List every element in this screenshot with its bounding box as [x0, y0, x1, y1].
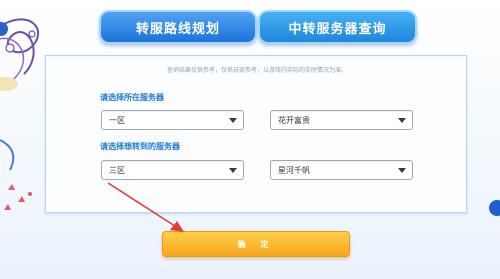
dropdown-arrow-icon — [229, 118, 237, 123]
disclaimer-note: 查询结果仅供参考，仅供玩家参考，以游戏内实际的实时情况为准。 — [166, 67, 347, 74]
route-planning-panel: 查询结果仅供参考，仅供玩家参考，以游戏内实际的实时情况为准。 请选择所在服务器 … — [45, 55, 467, 213]
tab-transfer-server-query[interactable]: 中转服务器查询 — [258, 10, 417, 44]
target-region-select[interactable]: 三区 — [101, 160, 244, 180]
current-server-value: 花开富贵 — [278, 115, 310, 125]
target-server-value: 星河千帆 — [278, 165, 310, 175]
confirm-button[interactable]: 确 定 — [162, 231, 350, 257]
current-region-value: 一区 — [109, 115, 125, 125]
current-server-select[interactable]: 花开富贵 — [270, 110, 413, 130]
current-region-select[interactable]: 一区 — [101, 110, 244, 130]
dropdown-arrow-icon — [398, 168, 406, 173]
tab-bar: 转服路线规划 中转服务器查询 — [99, 10, 417, 44]
target-region-value: 三区 — [109, 165, 125, 175]
dropdown-arrow-icon — [398, 118, 406, 123]
current-server-label: 请选择所在服务器 — [100, 93, 164, 102]
target-server-label: 请选择想转到的服务器 — [100, 142, 180, 151]
tab-route-planning[interactable]: 转服路线规划 — [99, 10, 257, 44]
dropdown-arrow-icon — [229, 168, 237, 173]
decorative-blue-dot-right — [489, 200, 500, 216]
target-server-select[interactable]: 星河千帆 — [270, 160, 413, 180]
